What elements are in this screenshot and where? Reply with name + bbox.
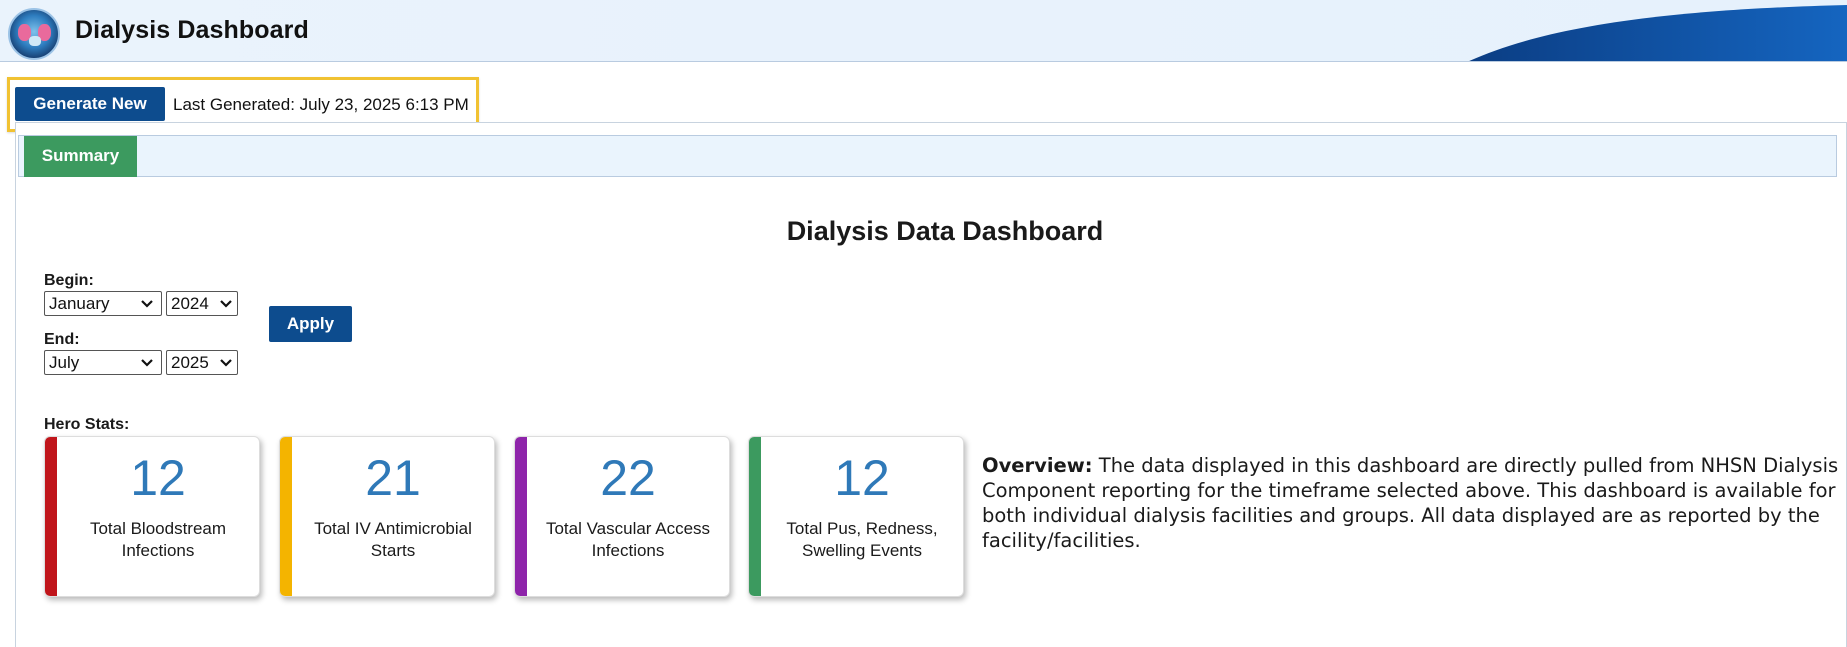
last-generated-text: Last Generated: July 23, 2025 6:13 PM	[173, 95, 469, 114]
stat-card-stripe	[515, 437, 527, 596]
stat-value: 21	[365, 450, 421, 506]
begin-month-select[interactable]: January	[44, 291, 162, 316]
end-label: End:	[44, 331, 80, 348]
stat-caption: Total IV Antimicrobial Starts	[300, 518, 486, 562]
tab-summary[interactable]: Summary	[24, 136, 137, 177]
stat-card-stripe	[45, 437, 57, 596]
begin-year-select[interactable]: 2024	[166, 291, 238, 316]
overview-body: The data displayed in this dashboard are…	[982, 454, 1839, 552]
stat-value: 12	[130, 450, 186, 506]
dashboard-panel: Summary Dialysis Data Dashboard Begin: J…	[15, 122, 1847, 647]
stat-caption-line: Infections	[121, 541, 195, 560]
stat-caption: Total Pus, Redness, Swelling Events	[769, 518, 955, 562]
stat-caption-line: Total Bloodstream	[89, 519, 227, 538]
generate-new-button[interactable]: Generate New	[15, 87, 165, 121]
stat-card-bloodstream-infections: 12 Total Bloodstream Infections	[44, 436, 260, 597]
header-swoosh-decoration	[1469, 5, 1847, 61]
stat-value: 12	[834, 450, 890, 506]
stat-card-stripe	[749, 437, 761, 596]
begin-label: Begin:	[44, 272, 94, 289]
stat-card-pus-redness-swelling: 12 Total Pus, Redness, Swelling Events	[748, 436, 964, 597]
stat-card-iv-antimicrobial-starts: 21 Total IV Antimicrobial Starts	[279, 436, 495, 597]
end-month-select[interactable]: July	[44, 350, 162, 375]
stat-caption: Total Bloodstream Infections	[65, 518, 251, 562]
app-header: Dialysis Dashboard	[0, 0, 1847, 62]
stat-card-vascular-access-infections: 22 Total Vascular Access Infections	[514, 436, 730, 597]
overview-text: Overview: The data displayed in this das…	[982, 453, 1842, 553]
tab-bar: Summary	[18, 135, 1837, 177]
stat-caption-line: Total Vascular Access	[545, 519, 711, 538]
hero-stats-label: Hero Stats:	[44, 416, 130, 433]
overview-heading: Overview:	[982, 454, 1093, 477]
stat-caption-line: Infections	[591, 541, 665, 560]
stat-caption-line: Swelling Events	[801, 541, 922, 560]
end-year-select[interactable]: 2025	[166, 350, 238, 375]
stat-caption-line: Starts	[370, 541, 416, 560]
stat-caption: Total Vascular Access Infections	[535, 518, 721, 562]
dialysis-logo-icon	[8, 8, 60, 60]
app-title: Dialysis Dashboard	[75, 16, 309, 44]
dashboard-title: Dialysis Data Dashboard	[16, 216, 1846, 247]
stat-caption-line: Total Pus, Redness,	[786, 519, 938, 538]
stat-card-stripe	[280, 437, 292, 596]
stat-caption-line: Total IV Antimicrobial	[314, 519, 472, 538]
apply-button[interactable]: Apply	[269, 306, 352, 342]
dashboard-title-text: Dialysis Data Dashboard	[786, 216, 1104, 246]
stat-value: 22	[600, 450, 656, 506]
